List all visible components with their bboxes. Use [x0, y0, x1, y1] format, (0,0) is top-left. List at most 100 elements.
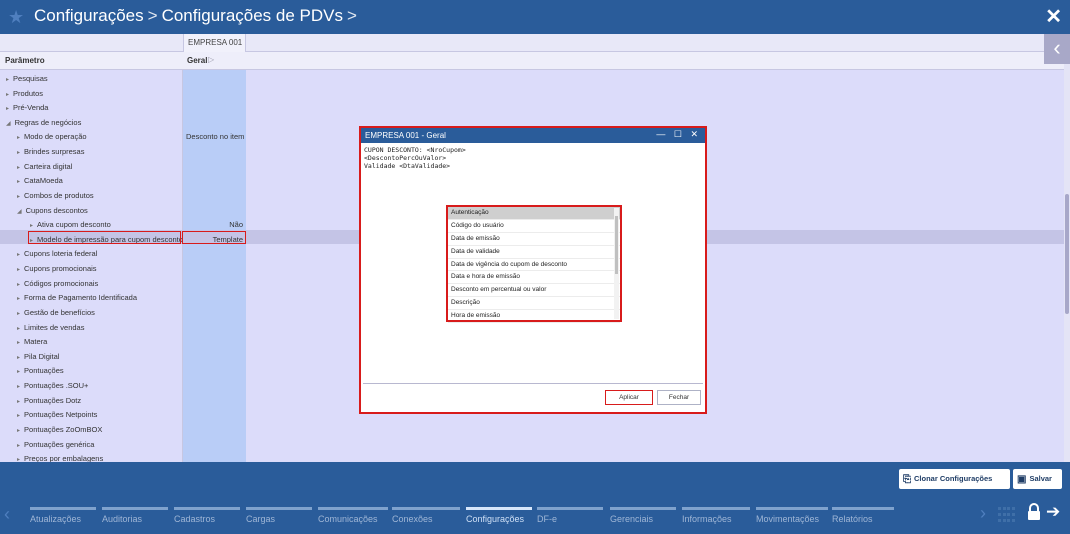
close-icon[interactable]: ✕	[1045, 4, 1062, 29]
tree-item[interactable]: ▸ Pré-Venda	[0, 101, 183, 116]
tree-item[interactable]: ▸ Produtos	[0, 87, 183, 102]
nav-tab[interactable]: Cargas	[246, 494, 312, 534]
nav-tab[interactable]: Comunicações	[318, 494, 388, 534]
collapsed-arrow-icon[interactable]: ▸	[17, 413, 20, 419]
lock-icon[interactable]	[1024, 502, 1044, 522]
tree-item[interactable]: ▸ CataMoeda	[0, 174, 183, 189]
tree-item[interactable]: ▸ Forma de Pagamento Identificada	[0, 291, 183, 306]
field-list-item[interactable]: Hora de emissão	[448, 310, 620, 324]
list-scrollbar[interactable]	[614, 208, 619, 319]
breadcrumb-configuracoes[interactable]: Configurações	[34, 6, 144, 25]
tree-item[interactable]: ▸ Carteira digital	[0, 160, 183, 175]
nav-tab[interactable]: Configurações	[466, 494, 532, 534]
field-list-item[interactable]: Data e hora de emissão	[448, 271, 620, 285]
expanded-arrow-icon[interactable]: ◢	[6, 121, 11, 127]
collapsed-arrow-icon[interactable]: ▸	[6, 106, 9, 112]
collapsed-arrow-icon[interactable]: ▸	[17, 165, 20, 171]
nav-tab[interactable]: Cadastros	[174, 494, 240, 534]
collapsed-arrow-icon[interactable]: ▸	[17, 355, 20, 361]
collapsed-arrow-icon[interactable]: ▸	[17, 252, 20, 258]
tree-item[interactable]: ▸ Códigos promocionais	[0, 277, 183, 292]
collapsed-arrow-icon[interactable]: ▸	[17, 340, 20, 346]
close-button[interactable]: Fechar	[657, 390, 701, 405]
collapsed-arrow-icon[interactable]: ▸	[17, 384, 20, 390]
field-list-item[interactable]: Data de emissão	[448, 233, 620, 246]
apps-grid-icon[interactable]	[998, 507, 1016, 523]
nav-tab-indicator	[466, 507, 532, 510]
expanded-arrow-icon[interactable]: ◢	[17, 209, 22, 215]
tree-item[interactable]: ▸ Pontuações	[0, 364, 183, 379]
save-button[interactable]: ▣ Salvar	[1013, 469, 1062, 489]
nav-prev-icon[interactable]: ‹	[4, 504, 10, 525]
logout-arrow-icon[interactable]: ➔	[1046, 502, 1060, 522]
nav-tab-label: Comunicações	[318, 514, 378, 524]
tree-item[interactable]: ▸ Pontuações genérica	[0, 438, 183, 453]
list-scrollbar-thumb[interactable]	[615, 216, 618, 274]
collapsed-arrow-icon[interactable]: ▸	[17, 282, 20, 288]
field-list-item[interactable]: Autenticação	[448, 207, 620, 220]
field-list-item[interactable]: Código do usuário	[448, 220, 620, 233]
tree-item-label: Pesquisas	[13, 74, 48, 83]
collapsed-arrow-icon[interactable]: ▸	[17, 428, 20, 434]
field-list-item[interactable]: Desconto em percentual ou valor	[448, 284, 620, 298]
nav-tab[interactable]: Auditorias	[102, 494, 168, 534]
tree-item[interactable]: ▸ Pontuações Netpoints	[0, 408, 183, 423]
nav-tab[interactable]: Relatórios	[832, 494, 894, 534]
breadcrumb-configuracoes-pdvs[interactable]: Configurações de PDVs	[162, 6, 343, 25]
collapsed-arrow-icon[interactable]: ▸	[17, 194, 20, 200]
tree-item[interactable]: ▸ Gestão de benefícios	[0, 306, 183, 321]
chevron-right-icon[interactable]: ▷	[208, 55, 214, 64]
collapsed-arrow-icon[interactable]: ▸	[17, 296, 20, 302]
collapsed-arrow-icon[interactable]: ▸	[17, 326, 20, 332]
collapsed-arrow-icon[interactable]: ▸	[17, 311, 20, 317]
collapsed-arrow-icon[interactable]: ▸	[17, 135, 20, 141]
nav-tab[interactable]: Informações	[682, 494, 750, 534]
vertical-scrollbar[interactable]	[1064, 64, 1070, 462]
tree-item[interactable]: ▸ Matera	[0, 335, 183, 350]
nav-next-icon[interactable]: ›	[980, 503, 986, 524]
field-list-item[interactable]: Data de validade	[448, 246, 620, 259]
tree-item[interactable]: ▸ Modo de operação	[0, 130, 183, 145]
tree-item[interactable]: ▸ Limites de vendas	[0, 321, 183, 336]
collapsed-arrow-icon[interactable]: ▸	[6, 77, 9, 83]
tree-item[interactable]: ◢ Regras de negócios	[0, 116, 183, 131]
scrollbar-thumb[interactable]	[1065, 194, 1069, 314]
tree-item[interactable]: ▸ Combos de produtos	[0, 189, 183, 204]
nav-tab-label: Movimentações	[756, 514, 820, 524]
collapsed-arrow-icon[interactable]: ▸	[17, 150, 20, 156]
tree-item[interactable]: ▸ Pontuações .SOU+	[0, 379, 183, 394]
collapsed-arrow-icon[interactable]: ▸	[17, 179, 20, 185]
nav-tab[interactable]: Gerenciais	[610, 494, 676, 534]
tree-item-label: Forma de Pagamento Identificada	[24, 293, 137, 303]
field-list-item[interactable]: Descrição	[448, 297, 620, 311]
tree-item[interactable]: ▸ Pontuações Dotz	[0, 394, 183, 409]
tree-item[interactable]: ▸ Cupons loteria federal	[0, 247, 183, 262]
tree-item[interactable]: ▸ Pontuações ZoOmBOX	[0, 423, 183, 438]
column-header-empresa[interactable]: EMPRESA 001	[183, 34, 246, 52]
collapsed-arrow-icon[interactable]: ▸	[17, 399, 20, 405]
clone-configurations-button[interactable]: ⎘ Clonar Configurações	[899, 469, 1010, 489]
tree-item[interactable]: ▸ Brindes surpresas	[0, 145, 183, 160]
collapse-panel-button[interactable]: ‹	[1044, 34, 1070, 64]
collapsed-arrow-icon[interactable]: ▸	[6, 92, 9, 98]
field-list-item[interactable]: Data de vigência do cupom de desconto	[448, 259, 620, 272]
nav-tab[interactable]: DF-e	[537, 494, 603, 534]
tree-item-label: Carteira digital	[24, 161, 73, 171]
nav-tab[interactable]: Conexões	[392, 494, 460, 534]
collapsed-arrow-icon[interactable]: ▸	[17, 369, 20, 375]
tree-item[interactable]: ▸ Pesquisas	[0, 72, 183, 87]
tree-item[interactable]: ◢ Cupons descontos	[0, 204, 183, 219]
tree-item[interactable]: ▸ Cupons promocionais	[0, 262, 183, 277]
apply-button[interactable]: Aplicar	[605, 390, 653, 405]
nav-tab[interactable]: Atualizações	[30, 494, 96, 534]
window-controls[interactable]: — ☐ ✕	[656, 129, 701, 140]
parameter-value[interactable]: Desconto no item	[183, 130, 246, 145]
nav-tab[interactable]: Movimentações	[756, 494, 828, 534]
tree-item[interactable]: ▸ Pila Digital	[0, 350, 183, 365]
template-text-area[interactable]: CUPON DESCONTO: <NroCupom> <DescontoPerc…	[364, 146, 466, 170]
group-header-geral[interactable]: Geral	[187, 56, 207, 65]
collapsed-arrow-icon[interactable]: ▸	[30, 223, 33, 229]
collapsed-arrow-icon[interactable]: ▸	[17, 443, 20, 449]
collapsed-arrow-icon[interactable]: ▸	[17, 267, 20, 273]
favorite-star-icon[interactable]: ★	[8, 7, 24, 28]
